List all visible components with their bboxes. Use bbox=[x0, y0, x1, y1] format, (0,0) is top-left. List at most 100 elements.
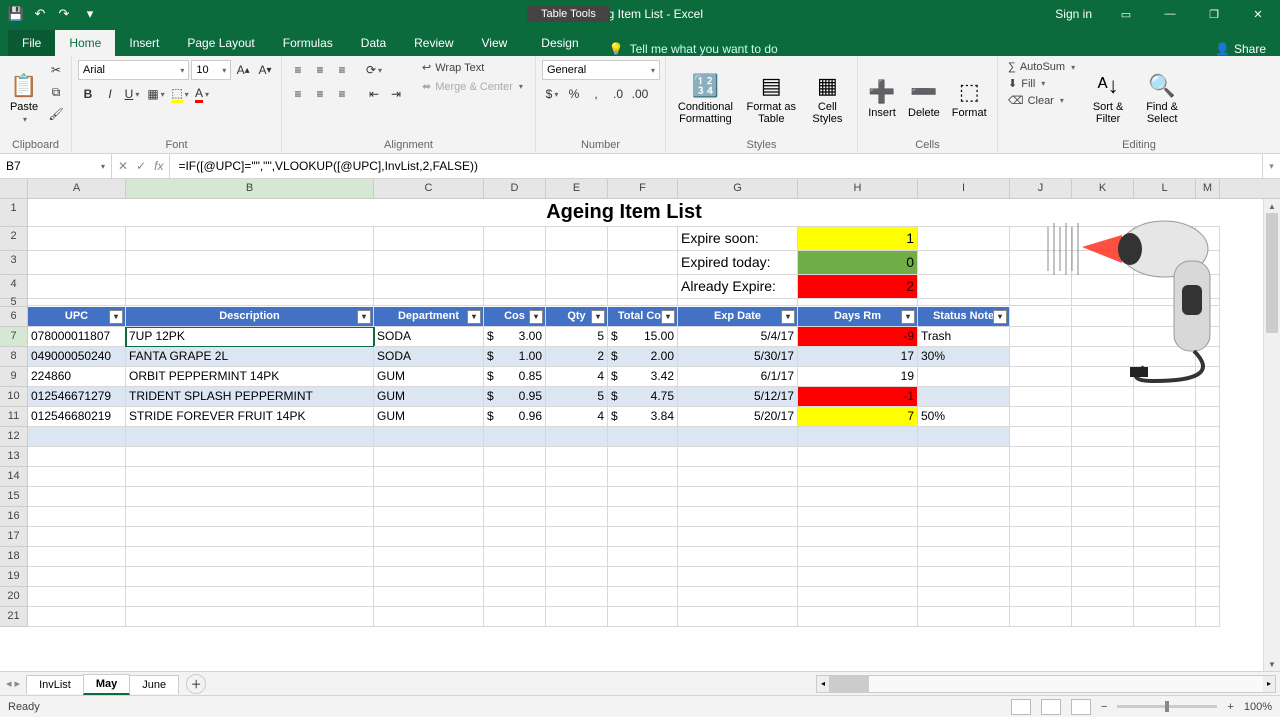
cell[interactable] bbox=[484, 547, 546, 567]
cell-styles-button[interactable]: ▦Cell Styles bbox=[804, 60, 851, 137]
fill-color-icon[interactable]: ⬚▾ bbox=[170, 84, 190, 104]
cell[interactable] bbox=[1134, 527, 1196, 547]
sheet-tab-invlist[interactable]: InvList bbox=[26, 675, 84, 694]
cell[interactable] bbox=[1072, 527, 1134, 547]
cell[interactable]: -1 bbox=[798, 387, 918, 407]
cell[interactable] bbox=[1010, 527, 1072, 547]
cell[interactable]: 50% bbox=[918, 407, 1010, 427]
cell[interactable] bbox=[484, 427, 546, 447]
table-header-cost[interactable]: Cos▾ bbox=[484, 307, 546, 327]
cell[interactable] bbox=[484, 567, 546, 587]
cell[interactable] bbox=[374, 547, 484, 567]
sheet-nav[interactable]: ◂▸ bbox=[0, 677, 26, 690]
cell[interactable] bbox=[918, 607, 1010, 627]
cell[interactable] bbox=[918, 427, 1010, 447]
cell[interactable] bbox=[1072, 447, 1134, 467]
new-sheet-button[interactable]: ＋ bbox=[186, 674, 206, 694]
cell[interactable]: 5/12/17 bbox=[678, 387, 798, 407]
tab-formulas[interactable]: Formulas bbox=[269, 30, 347, 56]
tab-review[interactable]: Review bbox=[400, 30, 467, 56]
cell[interactable] bbox=[1196, 427, 1220, 447]
cell[interactable]: GUM bbox=[374, 407, 484, 427]
column-header-D[interactable]: D bbox=[484, 179, 546, 198]
column-header-I[interactable]: I bbox=[918, 179, 1010, 198]
cell[interactable]: $15.00 bbox=[608, 327, 678, 347]
cell[interactable] bbox=[126, 467, 374, 487]
row-header-16[interactable]: 16 bbox=[0, 507, 28, 527]
cell[interactable] bbox=[1196, 487, 1220, 507]
cell[interactable] bbox=[484, 607, 546, 627]
cell[interactable] bbox=[484, 275, 546, 299]
cell[interactable]: Expired today: bbox=[678, 251, 798, 275]
row-header-6[interactable]: 6 bbox=[0, 307, 28, 327]
column-header-F[interactable]: F bbox=[608, 179, 678, 198]
cell[interactable]: 7UP 12PK bbox=[126, 327, 374, 347]
cell[interactable] bbox=[678, 299, 798, 306]
cell[interactable]: 2 bbox=[798, 275, 918, 299]
zoom-in-icon[interactable]: + bbox=[1227, 701, 1233, 713]
cell[interactable]: 5/4/17 bbox=[678, 327, 798, 347]
cell[interactable]: 4 bbox=[546, 367, 608, 387]
cell[interactable]: 078000011807 bbox=[28, 327, 126, 347]
cell[interactable]: 049000050240 bbox=[28, 347, 126, 367]
column-header-C[interactable]: C bbox=[374, 179, 484, 198]
hscroll-thumb[interactable] bbox=[829, 676, 869, 692]
row-header-18[interactable]: 18 bbox=[0, 547, 28, 567]
formula-input[interactable]: =IF([@UPC]="","",VLOOKUP([@UPC],InvList,… bbox=[170, 154, 1262, 178]
name-box[interactable]: B7▾ bbox=[0, 154, 112, 178]
cell[interactable] bbox=[678, 527, 798, 547]
cell[interactable] bbox=[126, 567, 374, 587]
cell[interactable] bbox=[1010, 487, 1072, 507]
column-header-K[interactable]: K bbox=[1072, 179, 1134, 198]
cell[interactable] bbox=[1010, 567, 1072, 587]
cell[interactable] bbox=[1010, 547, 1072, 567]
row-header-12[interactable]: 12 bbox=[0, 427, 28, 447]
cell[interactable] bbox=[678, 567, 798, 587]
cell[interactable] bbox=[28, 467, 126, 487]
cell[interactable] bbox=[484, 447, 546, 467]
cell[interactable] bbox=[1196, 507, 1220, 527]
decrease-font-icon[interactable]: A▾ bbox=[255, 60, 275, 80]
cell[interactable] bbox=[918, 447, 1010, 467]
increase-indent-icon[interactable]: ⇥ bbox=[386, 84, 406, 104]
cell[interactable] bbox=[1196, 467, 1220, 487]
undo-icon[interactable]: ↶ bbox=[30, 4, 50, 24]
cell[interactable]: 012546671279 bbox=[28, 387, 126, 407]
cell[interactable] bbox=[374, 587, 484, 607]
cell[interactable] bbox=[1134, 547, 1196, 567]
cell[interactable]: TRIDENT SPLASH PEPPERMINT bbox=[126, 387, 374, 407]
cell[interactable] bbox=[1196, 407, 1220, 427]
cell[interactable] bbox=[484, 527, 546, 547]
sort-filter-button[interactable]: ᴬ↓Sort & Filter bbox=[1083, 60, 1133, 137]
cut-icon[interactable]: ✂ bbox=[46, 60, 66, 80]
cell[interactable]: STRIDE FOREVER FRUIT 14PK bbox=[126, 407, 374, 427]
cell[interactable] bbox=[918, 275, 1010, 299]
cell[interactable] bbox=[28, 227, 126, 251]
cell[interactable] bbox=[678, 587, 798, 607]
cell[interactable]: 5/30/17 bbox=[678, 347, 798, 367]
cell[interactable] bbox=[1196, 547, 1220, 567]
bold-icon[interactable]: B bbox=[78, 84, 98, 104]
cell[interactable] bbox=[608, 447, 678, 467]
share-button[interactable]: 👤 Share bbox=[1215, 42, 1280, 56]
cell[interactable] bbox=[918, 547, 1010, 567]
close-icon[interactable]: ✕ bbox=[1236, 0, 1280, 28]
cell[interactable]: 2 bbox=[546, 347, 608, 367]
row-header-5[interactable]: 5 bbox=[0, 299, 28, 307]
cell[interactable] bbox=[28, 275, 126, 299]
scroll-up-icon[interactable]: ▲ bbox=[1264, 199, 1280, 213]
cell[interactable]: 19 bbox=[798, 367, 918, 387]
cell[interactable] bbox=[608, 507, 678, 527]
cell[interactable] bbox=[28, 299, 126, 306]
cell[interactable]: 224860 bbox=[28, 367, 126, 387]
cell[interactable]: $3.00 bbox=[484, 327, 546, 347]
cell[interactable]: $0.85 bbox=[484, 367, 546, 387]
cell[interactable]: GUM bbox=[374, 367, 484, 387]
row-header-19[interactable]: 19 bbox=[0, 567, 28, 587]
merge-center-button[interactable]: ⬌Merge & Center▾ bbox=[418, 79, 527, 94]
cell[interactable] bbox=[1196, 607, 1220, 627]
cell[interactable] bbox=[126, 227, 374, 251]
cell[interactable] bbox=[28, 527, 126, 547]
cell[interactable] bbox=[608, 527, 678, 547]
cell[interactable] bbox=[1134, 447, 1196, 467]
